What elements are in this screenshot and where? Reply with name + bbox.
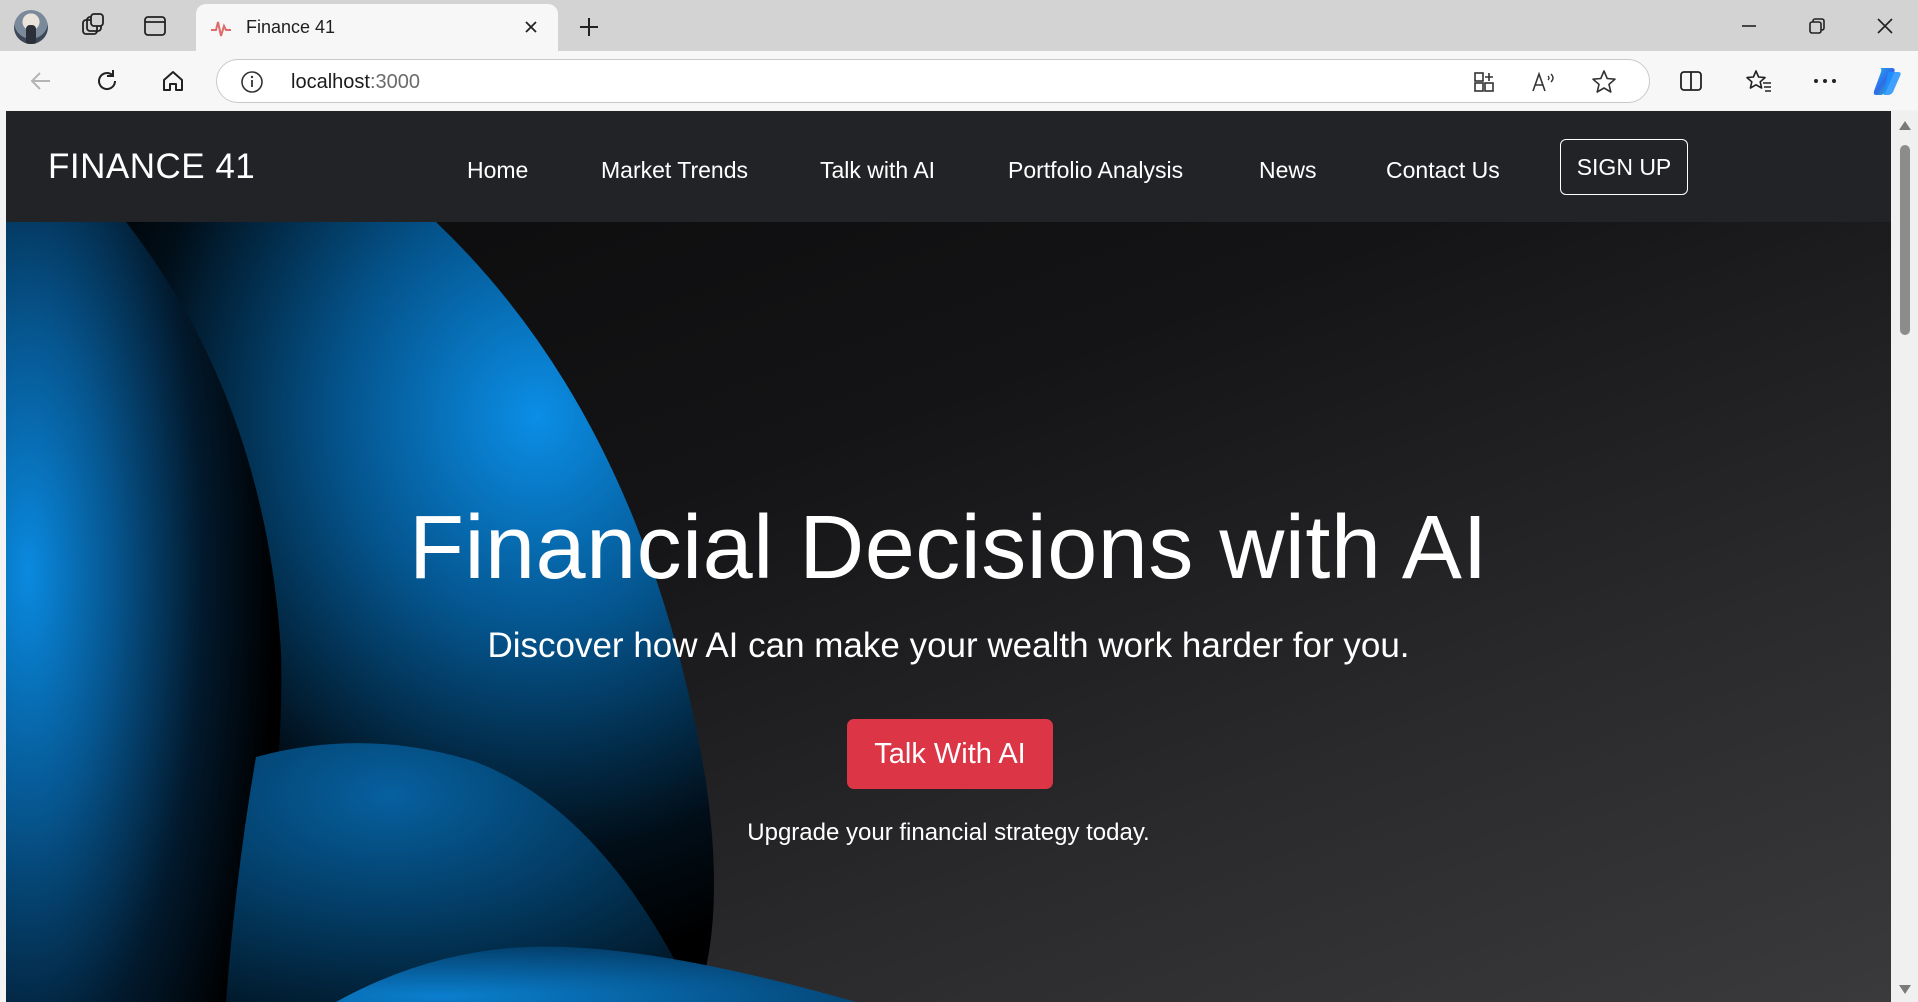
browser-toolbar: localhost:3000 (0, 51, 1918, 110)
workspaces-icon[interactable] (76, 9, 110, 43)
home-icon[interactable] (154, 62, 192, 100)
talk-with-ai-button[interactable]: Talk With AI (847, 719, 1053, 789)
hero-title: Financial Decisions with AI (409, 498, 1488, 598)
scroll-up-arrow-icon[interactable] (1899, 121, 1911, 130)
address-bar[interactable]: localhost:3000 (216, 59, 1650, 103)
tab-title: Finance 41 (246, 17, 336, 37)
nav-news[interactable]: News (1259, 157, 1317, 184)
scroll-down-arrow-icon[interactable] (1899, 985, 1911, 994)
back-icon[interactable] (22, 62, 60, 100)
page-scrollbar[interactable] (1891, 111, 1918, 1002)
new-tab-icon[interactable] (572, 10, 606, 44)
close-window-icon[interactable] (1862, 8, 1908, 44)
scroll-thumb[interactable] (1900, 145, 1910, 335)
hero-note: Upgrade your financial strategy today. (747, 819, 1150, 846)
nav-market-trends[interactable]: Market Trends (601, 157, 748, 184)
read-aloud-icon[interactable] (1529, 67, 1559, 97)
app-available-icon[interactable] (1469, 67, 1499, 97)
url-port: :3000 (369, 71, 420, 93)
copilot-icon[interactable] (1868, 62, 1906, 100)
nav-contact-us[interactable]: Contact Us (1386, 157, 1500, 184)
nav-portfolio-analysis[interactable]: Portfolio Analysis (1008, 157, 1183, 184)
reload-icon[interactable] (88, 62, 126, 100)
favorite-star-icon[interactable] (1589, 67, 1619, 97)
site-brand[interactable]: FINANCE 41 (48, 147, 255, 187)
url-host: localhost (291, 71, 370, 93)
site-info-icon[interactable] (239, 69, 265, 95)
finance-favicon-icon (210, 18, 232, 38)
hero-subtitle: Discover how AI can make your wealth wor… (487, 626, 1410, 665)
split-screen-icon[interactable] (1672, 62, 1710, 100)
nav-home[interactable]: Home (467, 157, 528, 184)
signup-button[interactable]: SIGN UP (1560, 139, 1688, 195)
hero-background-art (6, 222, 856, 1002)
site-navbar: FINANCE 41 Home Market Trends Talk with … (6, 111, 1891, 222)
url-text[interactable]: localhost:3000 (291, 71, 420, 94)
browser-tab-bar: Finance 41 (0, 0, 1918, 51)
more-options-icon[interactable] (1806, 62, 1844, 100)
active-tab[interactable]: Finance 41 (196, 4, 558, 51)
nav-talk-with-ai[interactable]: Talk with AI (820, 157, 935, 184)
hero-section: Financial Decisions with AI Discover how… (6, 222, 1891, 1002)
restore-icon[interactable] (1794, 8, 1840, 44)
page-viewport: FINANCE 41 Home Market Trends Talk with … (6, 111, 1891, 1002)
tab-actions-icon[interactable] (138, 9, 172, 43)
profile-avatar-icon[interactable] (14, 10, 48, 44)
favorites-icon[interactable] (1740, 62, 1778, 100)
close-tab-icon[interactable] (520, 16, 542, 38)
minimize-icon[interactable] (1726, 8, 1772, 44)
